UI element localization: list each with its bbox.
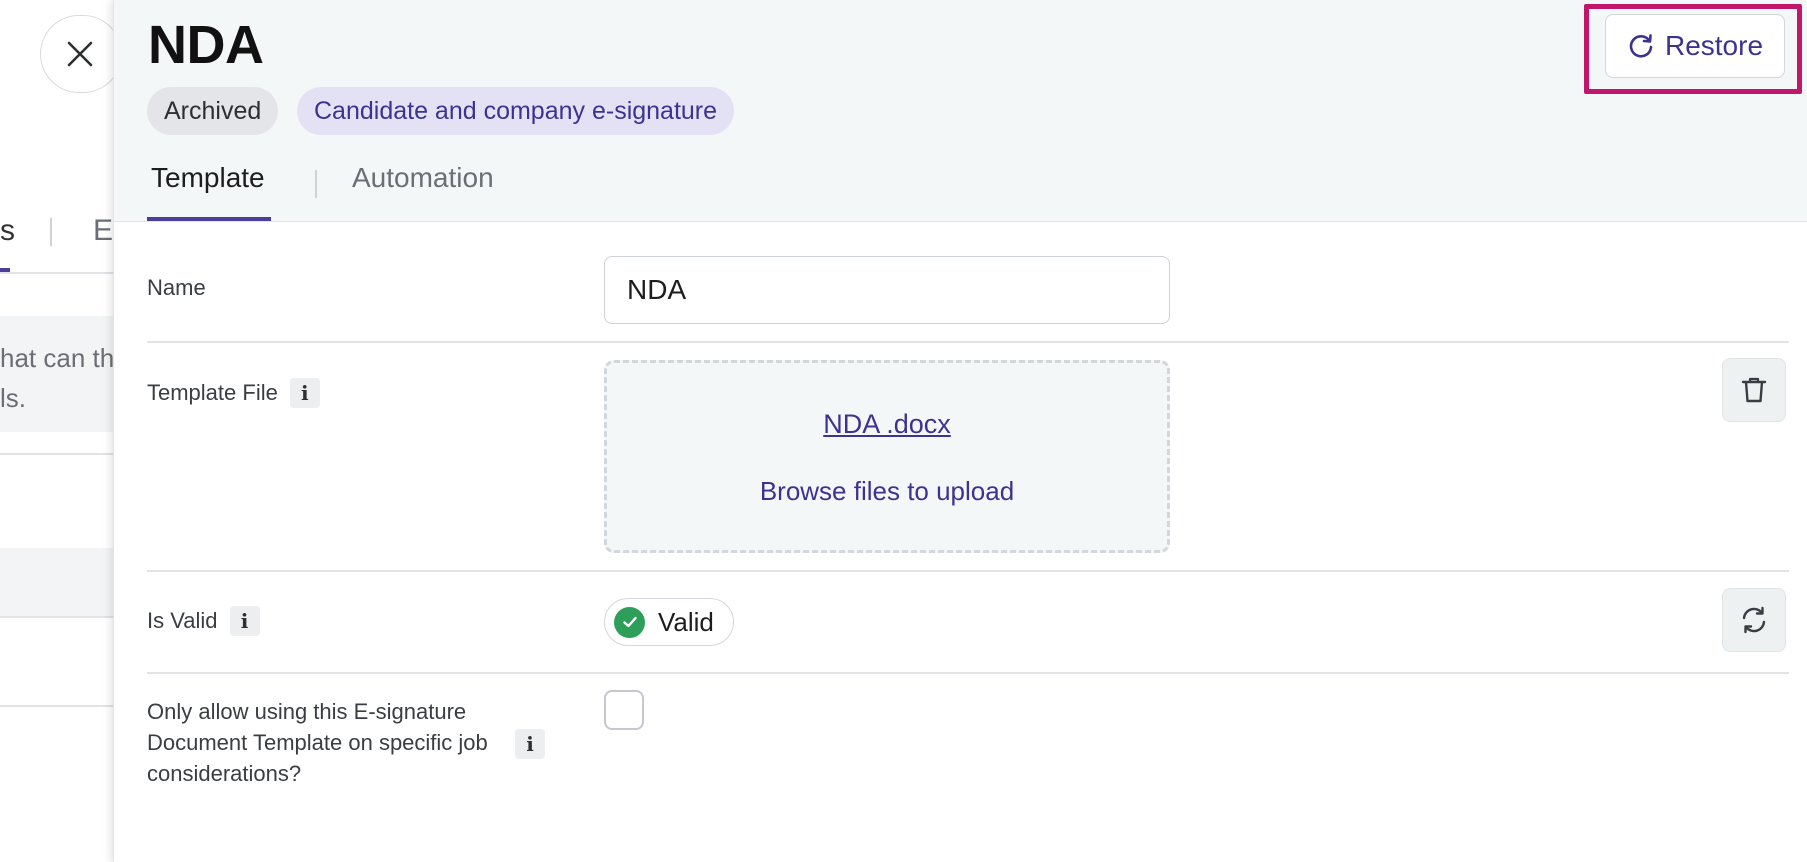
template-file-label-row: Template File i xyxy=(147,378,320,408)
is-valid-label: Is Valid xyxy=(147,608,218,633)
validity-status-pill: Valid xyxy=(604,598,734,646)
template-file-label: Template File xyxy=(147,380,278,405)
page-title: NDA xyxy=(148,15,264,75)
background-row-selected[interactable] xyxy=(0,548,120,616)
info-icon[interactable]: i xyxy=(289,378,320,408)
tab-template[interactable]: Template xyxy=(151,162,265,194)
revalidate-button[interactable] xyxy=(1722,588,1786,652)
check-icon xyxy=(614,606,645,638)
uploaded-file-link[interactable]: NDA .docx xyxy=(607,409,1167,440)
background-tab-separator xyxy=(50,218,52,246)
background-divider xyxy=(0,705,120,707)
signature-type-badge: Candidate and company e-signature xyxy=(297,87,735,135)
close-button[interactable] xyxy=(40,15,122,93)
browse-files-link[interactable]: Browse files to upload xyxy=(607,476,1167,507)
refresh-icon xyxy=(1742,606,1766,634)
background-divider xyxy=(0,453,120,455)
row-divider xyxy=(147,341,1789,343)
tab-automation[interactable]: Automation xyxy=(352,162,494,194)
status-badge-archived: Archived xyxy=(147,87,279,135)
row-divider xyxy=(147,570,1789,572)
template-detail-panel: NDA Archived Candidate and company e-sig… xyxy=(113,0,1807,862)
close-icon xyxy=(67,41,93,67)
background-info-text: hat can th ls. xyxy=(0,338,114,418)
restore-icon xyxy=(1629,34,1653,58)
info-icon[interactable]: i xyxy=(229,606,260,636)
background-tabs-divider xyxy=(0,272,120,274)
restore-button-label: Restore xyxy=(1664,30,1764,61)
name-input[interactable] xyxy=(604,256,1170,324)
background-info-line: hat can th xyxy=(0,343,115,373)
panel-header: NDA Archived Candidate and company e-sig… xyxy=(114,0,1807,222)
trash-icon xyxy=(1741,377,1767,403)
background-tab-partial-2[interactable]: E xyxy=(93,214,113,248)
active-tab-indicator xyxy=(147,217,271,221)
info-icon[interactable]: i xyxy=(515,729,545,759)
name-label: Name xyxy=(147,275,206,300)
restore-button[interactable]: Restore xyxy=(1605,14,1785,78)
file-dropzone[interactable]: NDA .docx Browse files to upload xyxy=(604,360,1170,553)
background-tab-partial[interactable]: s xyxy=(0,214,15,248)
restrict-to-jobs-label: Only allow using this E-signature Docume… xyxy=(147,699,488,786)
restrict-to-jobs-checkbox[interactable] xyxy=(604,690,644,730)
row-divider xyxy=(147,672,1789,674)
is-valid-label-row: Is Valid i xyxy=(147,606,260,636)
delete-file-button[interactable] xyxy=(1722,358,1786,422)
background-info-line: ls. xyxy=(0,383,26,413)
tab-separator xyxy=(315,170,317,198)
background-divider xyxy=(0,616,120,618)
validity-status-text: Valid xyxy=(658,606,714,637)
